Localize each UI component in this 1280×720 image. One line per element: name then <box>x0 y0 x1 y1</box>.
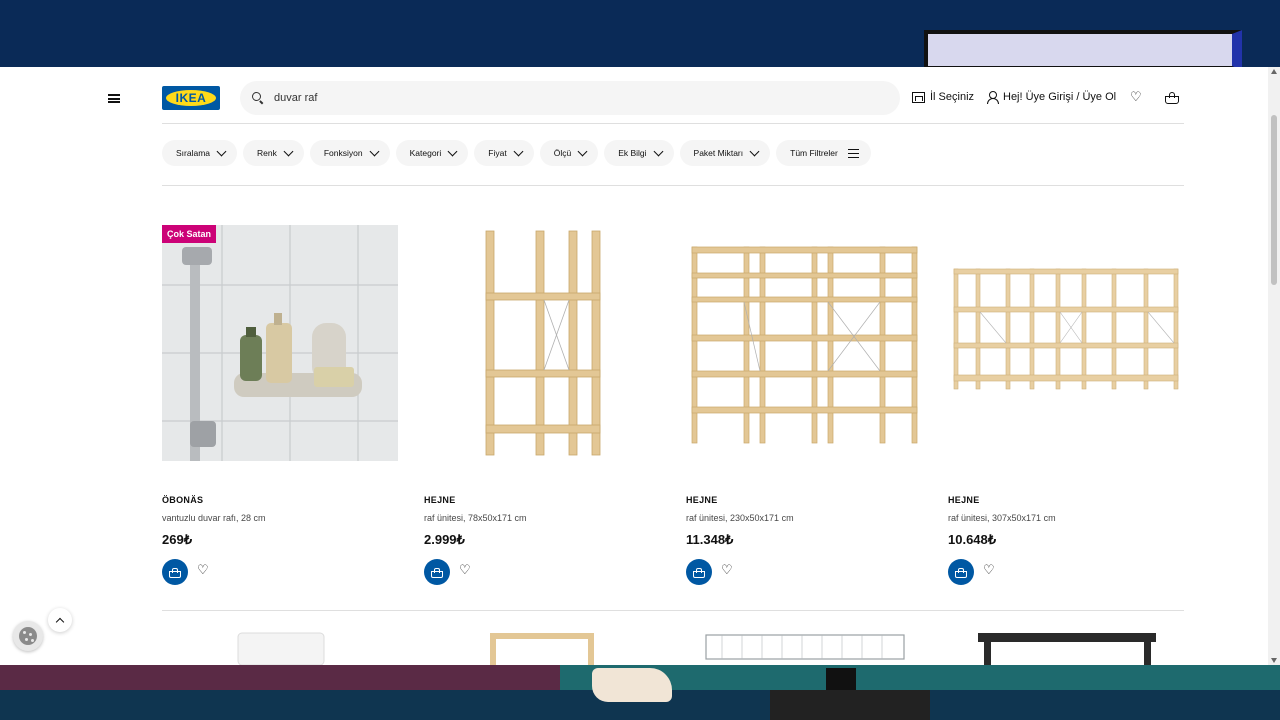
chevron-up-icon <box>55 617 65 626</box>
background-robot-graphic <box>770 690 930 720</box>
scrollbar-thumb[interactable] <box>1271 115 1277 285</box>
filter-label: Kategori <box>409 148 442 158</box>
chevron-down-icon <box>447 146 458 156</box>
chevron-down-icon <box>577 146 588 156</box>
hamburger-menu-icon[interactable] <box>108 94 120 103</box>
chevron-down-icon <box>653 146 663 156</box>
row-divider <box>162 610 1184 611</box>
browser-window: IKEA İl Seçiniz Hej! Üye Girişi / Üye Ol… <box>0 67 1280 665</box>
favorite-heart-icon[interactable]: ♡ <box>983 563 995 576</box>
cart-plus-icon <box>431 567 443 578</box>
user-icon <box>986 91 999 104</box>
product-name[interactable]: ÖBONÄS <box>162 495 203 505</box>
background-strip <box>0 664 560 690</box>
chevron-down-icon <box>283 146 294 156</box>
store-selector[interactable]: İl Seçiniz <box>912 91 974 103</box>
scroll-down-arrow-icon[interactable] <box>1271 658 1277 663</box>
product-image[interactable]: Çok Satan <box>162 225 398 461</box>
background-cat-graphic <box>592 668 672 702</box>
filter-category[interactable]: Kategori <box>395 140 469 166</box>
sliders-icon <box>847 148 859 158</box>
filter-divider <box>162 185 1184 186</box>
filter-label: Tüm Filtreler <box>790 148 838 158</box>
background-book-graphic <box>924 30 1242 70</box>
store-icon <box>912 91 925 103</box>
shelf-unit-illustration <box>691 246 918 444</box>
product-name[interactable]: HEJNE <box>424 495 456 505</box>
product-description: vantuzlu duvar rafı, 28 cm <box>162 513 266 523</box>
filter-all[interactable]: Tüm Filtreler <box>776 140 871 166</box>
filter-label: Sıralama <box>176 148 211 158</box>
shower-shelf-illustration <box>162 225 398 461</box>
next-row-product-images <box>237 632 1156 665</box>
logo-text: IKEA <box>175 91 207 105</box>
product-description: raf ünitesi, 230x50x171 cm <box>686 513 794 523</box>
filter-color[interactable]: Renk <box>243 140 304 166</box>
filter-label: Ölçü <box>553 148 572 158</box>
product-price: 11.348₺ <box>686 532 734 547</box>
add-to-cart-button[interactable] <box>162 559 188 585</box>
cart-plus-icon <box>693 567 705 578</box>
product-image[interactable] <box>686 225 922 461</box>
shelf-unit-illustration <box>953 268 1179 390</box>
favorite-heart-icon[interactable]: ♡ <box>197 563 209 576</box>
filter-extra-info[interactable]: Ek Bilgi <box>604 140 674 166</box>
wishlist-button[interactable]: ♡ <box>1130 90 1142 103</box>
chevron-down-icon <box>749 146 760 156</box>
add-to-cart-button[interactable] <box>424 559 450 585</box>
filter-label: Fiyat <box>488 148 507 158</box>
product-price: 10.648₺ <box>948 532 997 547</box>
filter-label: Ek Bilgi <box>618 148 647 158</box>
scroll-up-arrow-icon[interactable] <box>1271 69 1277 74</box>
product-card[interactable]: Çok Satan ÖBONÄS vantuzlu duvar rafı, 28… <box>162 225 398 585</box>
search-input[interactable] <box>274 92 834 104</box>
favorite-heart-icon[interactable]: ♡ <box>459 563 471 576</box>
header-divider <box>162 123 1184 124</box>
cookie-icon <box>19 627 37 645</box>
product-image[interactable] <box>948 225 1184 461</box>
page-scrollbar[interactable] <box>1268 67 1280 665</box>
cart-button[interactable] <box>1165 92 1179 104</box>
filter-package-quantity[interactable]: Paket Miktarı <box>679 140 771 166</box>
account-link-label: Hej! Üye Girişi / Üye Ol <box>1003 91 1117 103</box>
product-name[interactable]: HEJNE <box>686 495 718 505</box>
filter-bar: Sıralama Renk Fonksiyon Kategori Fiyat Ö… <box>162 140 871 166</box>
logo-oval: IKEA <box>166 90 216 106</box>
search-bar[interactable] <box>240 81 900 115</box>
product-image[interactable] <box>424 225 660 461</box>
account-link[interactable]: Hej! Üye Girişi / Üye Ol <box>986 91 1117 104</box>
product-name[interactable]: HEJNE <box>948 495 980 505</box>
filter-function[interactable]: Fonksiyon <box>309 140 390 166</box>
product-description: raf ünitesi, 307x50x171 cm <box>948 513 1056 523</box>
filter-label: Paket Miktarı <box>693 148 744 158</box>
product-description: raf ünitesi, 78x50x171 cm <box>424 513 527 523</box>
bestseller-badge: Çok Satan <box>162 225 217 243</box>
filter-price[interactable]: Fiyat <box>474 140 534 166</box>
chevron-down-icon <box>369 146 380 156</box>
filter-sort[interactable]: Sıralama <box>162 140 238 166</box>
product-price: 269₺ <box>162 532 192 547</box>
filter-label: Fonksiyon <box>323 148 363 158</box>
cart-plus-icon <box>955 567 967 578</box>
heart-icon: ♡ <box>1130 89 1142 104</box>
shopping-bag-icon <box>1165 92 1179 104</box>
product-card[interactable]: HEJNE raf ünitesi, 307x50x171 cm 10.648₺… <box>948 225 1184 585</box>
store-selector-label: İl Seçiniz <box>930 91 975 103</box>
product-card[interactable]: HEJNE raf ünitesi, 78x50x171 cm 2.999₺ ♡ <box>424 225 660 585</box>
ikea-logo[interactable]: IKEA <box>162 86 220 110</box>
filter-label: Renk <box>257 148 277 158</box>
favorite-heart-icon[interactable]: ♡ <box>721 563 733 576</box>
add-to-cart-button[interactable] <box>686 559 712 585</box>
search-icon <box>252 92 264 104</box>
cart-plus-icon <box>169 567 181 578</box>
back-to-top-button[interactable] <box>48 608 72 632</box>
product-price: 2.999₺ <box>424 532 465 547</box>
shelf-unit-illustration <box>485 230 601 456</box>
filter-size[interactable]: Ölçü <box>539 140 599 166</box>
chevron-down-icon <box>216 146 227 156</box>
chevron-down-icon <box>513 146 524 156</box>
cookie-settings-button[interactable] <box>13 621 43 651</box>
product-card[interactable]: HEJNE raf ünitesi, 230x50x171 cm 11.348₺… <box>686 225 922 585</box>
add-to-cart-button[interactable] <box>948 559 974 585</box>
